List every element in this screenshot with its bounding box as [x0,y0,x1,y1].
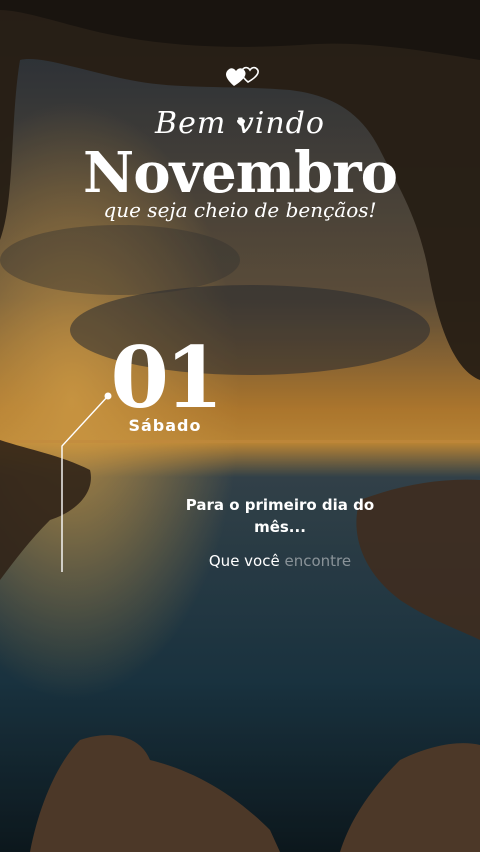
connector-line [61,392,112,572]
day-number: 01 [110,328,224,427]
story-card: Bem vindo Novembro que seja cheio de ben… [0,0,480,852]
weekday-label: Sábado [128,416,202,435]
double-heart-icon [226,66,259,86]
tagline: que seja cheio de bençãos! [103,198,377,222]
small-heart-icon [237,119,245,126]
message-heading: Para o primeiro dia do mês... [185,496,375,536]
message-text-faded: encontre [284,552,352,570]
month-title: Novembro [83,140,398,206]
message-text: Que você encontre [180,552,380,570]
message-text-visible: Que você [208,552,285,570]
